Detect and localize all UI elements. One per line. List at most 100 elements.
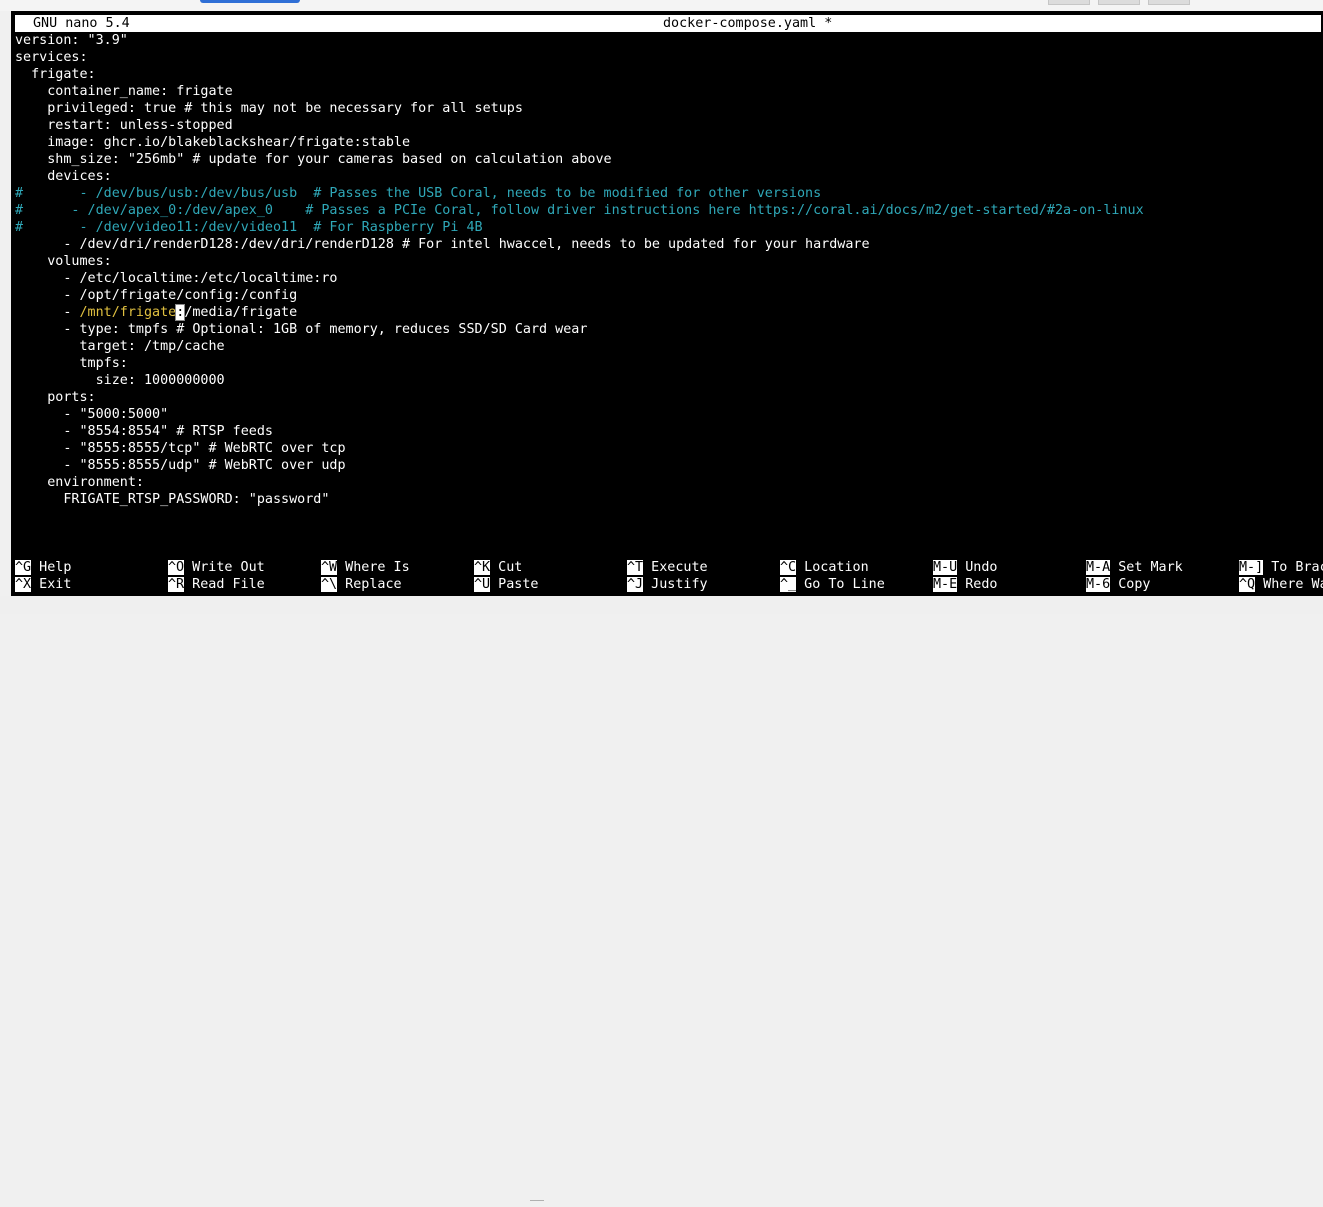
- code-segment: # - /dev/bus/usb:/dev/bus/usb # Passes t…: [15, 186, 822, 201]
- code-line[interactable]: image: ghcr.io/blakeblackshear/frigate:s…: [15, 134, 410, 151]
- shortcut-paste[interactable]: ^U Paste: [474, 576, 539, 593]
- nano-title-bar: GNU nano 5.4 docker-compose.yaml *: [15, 15, 1321, 32]
- code-line[interactable]: # - /dev/video11:/dev/video11 # For Rasp…: [15, 219, 483, 236]
- code-line[interactable]: # - /dev/bus/usb:/dev/bus/usb # Passes t…: [15, 185, 821, 202]
- shortcut-where-is[interactable]: ^W Where Is: [321, 559, 410, 576]
- code-line[interactable]: ports:: [15, 389, 96, 406]
- code-segment: services:: [15, 50, 88, 65]
- shortcut-execute[interactable]: ^T Execute: [627, 559, 708, 576]
- code-segment: size: 1000000000: [15, 373, 225, 388]
- window-control-button[interactable]: [1148, 0, 1190, 5]
- code-segment: privileged: true # this may not be neces…: [15, 101, 523, 116]
- shortcut-label: Cut: [490, 560, 523, 575]
- code-line[interactable]: environment:: [15, 474, 144, 491]
- code-line[interactable]: container_name: frigate: [15, 83, 233, 100]
- shortcut-key: ^\: [321, 577, 338, 592]
- shortcut-key: M-A: [1086, 560, 1111, 575]
- code-segment: -: [15, 305, 80, 320]
- code-line[interactable]: - /mnt/frigate:/media/frigate: [15, 304, 297, 321]
- shortcut-key: ^K: [474, 560, 491, 575]
- shortcut-label: Go To Line: [796, 577, 885, 592]
- code-line[interactable]: - /dev/dri/renderD128:/dev/dri/renderD12…: [15, 236, 870, 253]
- shortcut-where-was[interactable]: ^Q Where Was: [1239, 576, 1323, 593]
- shortcut-label: Write Out: [184, 560, 265, 575]
- code-segment: - /etc/localtime:/etc/localtime:ro: [15, 271, 338, 286]
- window-control-button[interactable]: [1048, 0, 1090, 5]
- shortcut-exit[interactable]: ^X Exit: [15, 576, 71, 593]
- code-line[interactable]: target: /tmp/cache: [15, 338, 225, 355]
- code-line[interactable]: shm_size: "256mb" # update for your came…: [15, 151, 611, 168]
- code-line[interactable]: - "8554:8554" # RTSP feeds: [15, 423, 273, 440]
- code-line[interactable]: - /opt/frigate/config:/config: [15, 287, 297, 304]
- shortcut-copy[interactable]: M-6 Copy: [1086, 576, 1151, 593]
- shortcut-label: Location: [796, 560, 869, 575]
- resize-handle[interactable]: [530, 1200, 544, 1207]
- shortcut-key: M-E: [933, 577, 958, 592]
- shortcut-undo[interactable]: M-U Undo: [933, 559, 998, 576]
- code-segment: restart: unless-stopped: [15, 118, 233, 133]
- code-line[interactable]: privileged: true # this may not be neces…: [15, 100, 523, 117]
- code-line[interactable]: size: 1000000000: [15, 372, 225, 389]
- code-line[interactable]: tmpfs:: [15, 355, 127, 372]
- file-name: docker-compose.yaml *: [663, 16, 833, 31]
- shortcut-to-bracket[interactable]: M-] To Bracket: [1239, 559, 1323, 576]
- shortcut-cut[interactable]: ^K Cut: [474, 559, 522, 576]
- code-line[interactable]: devices:: [15, 168, 112, 185]
- code-line[interactable]: - "5000:5000": [15, 406, 168, 423]
- app-version: GNU nano 5.4: [33, 16, 130, 31]
- shortcut-read-file[interactable]: ^R Read File: [168, 576, 265, 593]
- code-line[interactable]: - "8555:8555/tcp" # WebRTC over tcp: [15, 440, 346, 457]
- shortcut-key: ^U: [474, 577, 491, 592]
- shortcut-replace[interactable]: ^\ Replace: [321, 576, 402, 593]
- shortcut-redo[interactable]: M-E Redo: [933, 576, 998, 593]
- code-line[interactable]: - /etc/localtime:/etc/localtime:ro: [15, 270, 337, 287]
- shortcut-key: ^R: [168, 577, 185, 592]
- shortcut-label: Help: [31, 560, 72, 575]
- shortcut-label: Copy: [1110, 577, 1151, 592]
- shortcut-help[interactable]: ^G Help: [15, 559, 71, 576]
- bottom-strip: [0, 596, 1323, 1201]
- shortcut-write-out[interactable]: ^O Write Out: [168, 559, 265, 576]
- shortcut-label: Paste: [490, 577, 539, 592]
- shortcut-label: Execute: [643, 560, 708, 575]
- shortcut-key: M-]: [1239, 560, 1264, 575]
- shortcut-location[interactable]: ^C Location: [780, 559, 869, 576]
- code-line[interactable]: volumes:: [15, 253, 112, 270]
- code-segment: - "8554:8554" # RTSP feeds: [15, 424, 273, 439]
- shortcut-label: Read File: [184, 577, 265, 592]
- code-line[interactable]: frigate:: [15, 66, 96, 83]
- code-line[interactable]: # - /dev/apex_0:/dev/apex_0 # Passes a P…: [15, 202, 1144, 219]
- browser-tab-indicator[interactable]: [200, 0, 300, 3]
- code-segment: volumes:: [15, 254, 112, 269]
- shortcut-label: Where Is: [337, 560, 410, 575]
- terminal-window[interactable]: GNU nano 5.4 docker-compose.yaml * versi…: [11, 11, 1323, 596]
- code-segment: target: /tmp/cache: [15, 339, 225, 354]
- code-segment: FRIGATE_RTSP_PASSWORD: "password": [15, 492, 330, 507]
- code-line[interactable]: services:: [15, 49, 88, 66]
- shortcut-key: ^J: [627, 577, 644, 592]
- browser-top-strip: [0, 0, 1323, 11]
- code-segment: - "8555:8555/tcp" # WebRTC over tcp: [15, 441, 346, 456]
- code-segment: - "5000:5000": [15, 407, 169, 422]
- shortcut-justify[interactable]: ^J Justify: [627, 576, 708, 593]
- code-segment: - type: tmpfs # Optional: 1GB of memory,…: [15, 322, 588, 337]
- shortcut-key: ^G: [15, 560, 32, 575]
- shortcut-set-mark[interactable]: M-A Set Mark: [1086, 559, 1183, 576]
- shortcut-key: ^Q: [1239, 577, 1256, 592]
- shortcut-key: ^X: [15, 577, 32, 592]
- code-segment: - /dev/dri/renderD128:/dev/dri/renderD12…: [15, 237, 870, 252]
- code-segment: /mnt/frigate: [79, 305, 177, 320]
- code-line[interactable]: restart: unless-stopped: [15, 117, 233, 134]
- window-control-button[interactable]: [1098, 0, 1140, 5]
- code-segment: ports:: [15, 390, 96, 405]
- shortcut-go-to-line[interactable]: ^_ Go To Line: [780, 576, 885, 593]
- code-line[interactable]: - type: tmpfs # Optional: 1GB of memory,…: [15, 321, 587, 338]
- code-segment: devices:: [15, 169, 112, 184]
- shortcut-label: Undo: [957, 560, 998, 575]
- code-line[interactable]: - "8555:8555/udp" # WebRTC over udp: [15, 457, 345, 474]
- code-line[interactable]: version: "3.9": [15, 32, 128, 49]
- code-segment: container_name: frigate: [15, 84, 233, 99]
- code-segment: version: "3.9": [15, 33, 128, 48]
- shortcut-key: ^W: [321, 560, 338, 575]
- code-line[interactable]: FRIGATE_RTSP_PASSWORD: "password": [15, 491, 329, 508]
